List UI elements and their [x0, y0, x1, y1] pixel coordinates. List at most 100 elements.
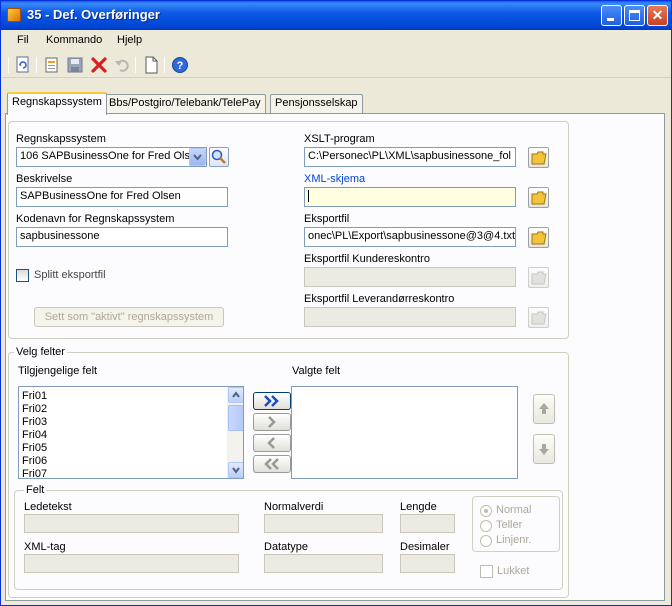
title-bar[interactable]: 35 - Def. Overføringer ✕: [1, 1, 671, 30]
eksportfil-lev-input[interactable]: [304, 307, 516, 327]
main-window: 35 - Def. Overføringer ✕ Fil Kommando Hj…: [0, 0, 672, 606]
new-icon[interactable]: [43, 56, 61, 74]
combo-dropdown-button[interactable]: [189, 148, 206, 166]
selected-list[interactable]: [291, 386, 518, 479]
radio-normal[interactable]: [480, 505, 492, 517]
add-all-button[interactable]: [253, 392, 291, 410]
list-item[interactable]: Fri04: [22, 429, 47, 442]
radio-teller-label: Teller: [496, 519, 523, 531]
chevron-up-icon: [232, 391, 240, 398]
felt-legend: Felt: [24, 484, 47, 496]
datatype-input[interactable]: [264, 554, 383, 573]
eksportfil-lev-browse-button[interactable]: [528, 307, 549, 328]
radio-linjenr-label: Linjenr.: [496, 534, 532, 546]
minimize-button[interactable]: [601, 5, 622, 26]
lengde-label: Lengde: [400, 501, 437, 513]
radio-linjenr[interactable]: [480, 535, 492, 547]
beskrivelse-label: Beskrivelse: [16, 173, 73, 185]
toolbar-separator: [135, 57, 136, 73]
eksportfil-kunde-label: Eksportfil Kundereskontro: [304, 253, 430, 265]
ledetekst-input[interactable]: [24, 514, 239, 533]
xml-skjema-browse-button[interactable]: [528, 187, 549, 208]
remove-all-button[interactable]: [253, 455, 291, 473]
maximize-button[interactable]: [624, 5, 645, 26]
available-list[interactable]: Fri01 Fri02 Fri03 Fri04 Fri05 Fri06 Fri0…: [18, 386, 244, 479]
xml-skjema-input[interactable]: [304, 187, 516, 207]
lukket-checkbox[interactable]: [480, 565, 493, 578]
toolbar-separator: [164, 57, 165, 73]
app-icon: [7, 8, 21, 22]
scroll-up-button[interactable]: [228, 387, 243, 403]
close-button[interactable]: ✕: [647, 5, 668, 26]
help-icon[interactable]: ?: [171, 56, 189, 74]
folder-icon: [531, 151, 547, 165]
beskrivelse-input[interactable]: SAPBusinessOne for Fred Olsen: [16, 187, 228, 207]
lukket-label: Lukket: [497, 565, 530, 577]
svg-text:?: ?: [177, 60, 184, 72]
maximize-icon: [629, 10, 640, 21]
move-down-button[interactable]: [533, 434, 555, 464]
radio-teller[interactable]: [480, 520, 492, 532]
folder-icon: [531, 191, 547, 205]
minimize-icon: [607, 18, 614, 21]
refresh-icon[interactable]: [14, 56, 32, 74]
menu-hjelp[interactable]: Hjelp: [117, 34, 142, 46]
regnskapssystem-label: Regnskapssystem: [16, 133, 106, 145]
delete-icon[interactable]: [90, 56, 108, 74]
regnskapssystem-combo[interactable]: 106 SAPBusinessOne for Fred Olse: [16, 147, 207, 167]
tab-panel: Regnskapssystem 106 SAPBusinessOne for F…: [5, 113, 665, 601]
remove-one-button[interactable]: [253, 434, 291, 452]
list-item[interactable]: Fri01: [22, 390, 47, 403]
kodenavn-label: Kodenavn for Regnskapssystem: [16, 213, 175, 225]
scroll-down-button[interactable]: [228, 462, 243, 478]
scroll-thumb[interactable]: [228, 405, 243, 431]
tab-strip: Regnskapssystem Bbs/Postgiro/Telebank/Te…: [5, 92, 665, 115]
undo-icon[interactable]: [113, 56, 131, 74]
datatype-label: Datatype: [264, 541, 309, 553]
folder-icon: [531, 311, 547, 325]
tab-bbs-postgiro[interactable]: Bbs/Postgiro/Telebank/TelePay: [104, 94, 266, 113]
list-item[interactable]: Fri05: [22, 442, 47, 455]
menu-fil[interactable]: Fil: [17, 34, 29, 46]
toolbar: ?: [2, 51, 671, 78]
chevron-left-icon: [267, 437, 275, 449]
list-item[interactable]: Fri02: [22, 403, 47, 416]
xslt-input[interactable]: C:\Personec\PL\XML\sapbusinessone_fol: [304, 147, 516, 167]
sett-aktiv-button[interactable]: Sett som "aktivt" regnskapssystem: [34, 307, 224, 327]
add-one-button[interactable]: [253, 413, 291, 431]
normalverdi-label: Normalverdi: [264, 501, 324, 513]
toolbar-separator: [36, 57, 37, 73]
xslt-label: XSLT-program: [304, 133, 375, 145]
eksportfil-kunde-input[interactable]: [304, 267, 516, 287]
lengde-input[interactable]: [400, 514, 455, 533]
text-caret: [308, 190, 309, 203]
toolbar-grip: [8, 57, 9, 73]
xml-tag-label: XML-tag: [24, 541, 66, 553]
tab-pensjonsselskap[interactable]: Pensjonsselskap: [270, 94, 363, 113]
desimaler-input[interactable]: [400, 554, 455, 573]
window-title: 35 - Def. Overføringer: [27, 7, 160, 22]
eksportfil-input[interactable]: onec\PL\Export\sapbusinessone@3@4.txt: [304, 227, 516, 247]
ledetekst-label: Ledetekst: [24, 501, 72, 513]
eksportfil-browse-button[interactable]: [528, 227, 549, 248]
double-chevron-left-icon: [264, 458, 279, 470]
list-item[interactable]: Fri07: [22, 468, 47, 478]
list-scrollbar[interactable]: [227, 387, 243, 478]
list-item[interactable]: Fri03: [22, 416, 47, 429]
move-up-button[interactable]: [533, 394, 555, 424]
xslt-browse-button[interactable]: [528, 147, 549, 168]
velg-felter-legend: Velg felter: [14, 346, 67, 358]
blank-page-icon[interactable]: [142, 56, 160, 74]
save-icon[interactable]: [66, 56, 84, 74]
eksportfil-kunde-browse-button[interactable]: [528, 267, 549, 288]
chevron-down-icon: [193, 154, 202, 161]
menu-kommando[interactable]: Kommando: [46, 34, 102, 46]
search-button[interactable]: [209, 147, 229, 167]
splitt-eksportfil-checkbox[interactable]: [16, 269, 29, 282]
xml-tag-input[interactable]: [24, 554, 239, 573]
kodenavn-input[interactable]: sapbusinessone: [16, 227, 228, 247]
list-item[interactable]: Fri06: [22, 455, 47, 468]
search-icon: [211, 149, 226, 164]
tab-regnskapssystem[interactable]: Regnskapssystem: [7, 92, 107, 115]
normalverdi-input[interactable]: [264, 514, 383, 533]
